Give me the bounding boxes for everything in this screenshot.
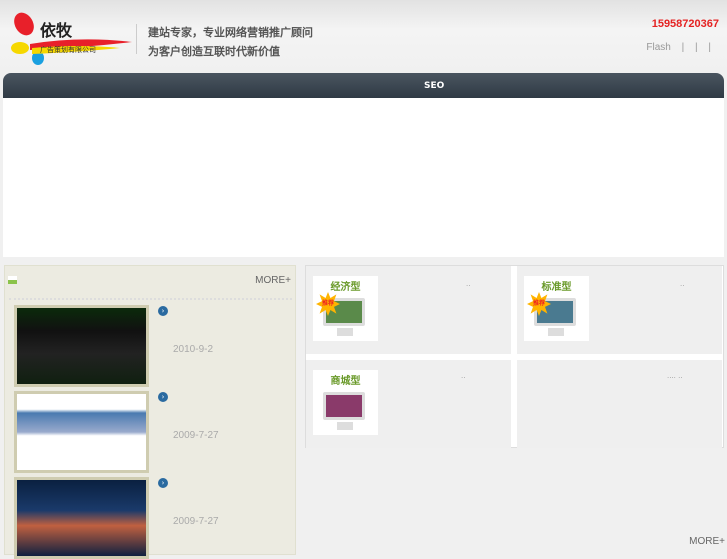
svg-text:广告策划有限公司: 广告策划有限公司 xyxy=(40,45,96,54)
dotted-divider xyxy=(9,298,292,300)
product-note: .. xyxy=(680,280,685,288)
banner xyxy=(3,98,724,257)
case-date: 2010-9-2 xyxy=(173,344,214,355)
slogan-line-1: 建站专家，专业网络营销推广顾问 xyxy=(148,26,313,39)
header-links[interactable]: Flash | | | xyxy=(646,42,711,53)
product-note: .... .. xyxy=(667,372,683,380)
svg-text:依牧: 依牧 xyxy=(40,21,73,40)
header: 依牧 广告策划有限公司 建站专家，专业网络营销推广顾问 为客户创造互联时代新价值… xyxy=(0,0,727,73)
case-thumbnail[interactable] xyxy=(14,391,149,473)
product-card[interactable]: 标准型 推荐 .. xyxy=(517,266,722,354)
arrow-right-icon[interactable]: › xyxy=(158,478,168,488)
product-title: 经济型 xyxy=(330,282,361,293)
products-panel: 经济型 推荐 .. 标准型 推荐 .. 商城型 .. .... .. xyxy=(305,265,724,448)
section-icon xyxy=(8,276,17,284)
product-title: 标准型 xyxy=(541,282,572,293)
cases-panel: MORE+ › 2010-9-2 › 2009-7-27 › 2009-7-27 xyxy=(4,265,296,559)
product-card[interactable]: .... .. xyxy=(517,360,722,448)
arrow-right-icon[interactable]: › xyxy=(158,306,168,316)
product-note: .. xyxy=(466,280,471,288)
product-card[interactable]: 商城型 .. xyxy=(306,360,511,448)
case-date: 2009-7-27 xyxy=(173,430,219,441)
company-logo[interactable]: 依牧 广告策划有限公司 xyxy=(10,10,135,65)
header-divider xyxy=(136,24,137,54)
case-thumbnail[interactable] xyxy=(14,305,149,387)
cases-more-link[interactable]: MORE+ xyxy=(255,275,291,286)
case-thumbnail[interactable] xyxy=(14,477,149,559)
product-title: 商城型 xyxy=(330,376,361,387)
products-more-link[interactable]: MORE+ xyxy=(689,536,725,547)
phone-number: 15958720367 xyxy=(651,18,719,30)
monitor-image xyxy=(323,392,365,420)
slogan-line-2: 为客户创造互联时代新价值 xyxy=(148,45,280,58)
product-note: .. xyxy=(461,372,466,380)
arrow-right-icon[interactable]: › xyxy=(158,392,168,402)
case-date: 2009-7-27 xyxy=(173,516,219,527)
product-card[interactable]: 经济型 推荐 .. xyxy=(306,266,511,354)
nav-bar: SEO xyxy=(3,73,724,98)
nav-item-seo[interactable]: SEO xyxy=(424,81,444,91)
